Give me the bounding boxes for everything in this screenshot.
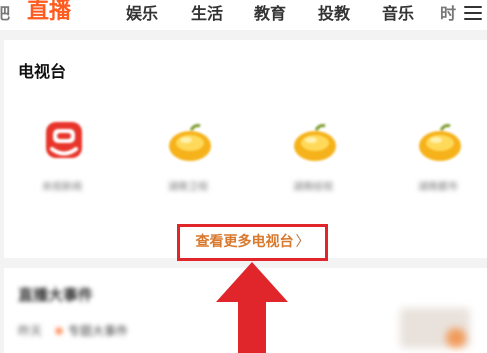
channel-item-3[interactable]: 湖南经视 [273, 118, 353, 198]
channel-name: 湖南都市 [418, 182, 458, 193]
event-date: 昨天 [18, 324, 43, 338]
nav-tab-partial-right[interactable]: 时 [440, 1, 456, 27]
nav-tab-live[interactable]: 直播 [27, 0, 71, 25]
event-dot-icon [56, 327, 63, 334]
nav-tab-education[interactable]: 教育 [254, 1, 286, 27]
event-text: 专题大事件 [68, 324, 129, 338]
nav-tab-investment[interactable]: 投教 [318, 1, 350, 27]
channel-name: 央视新闻 [42, 182, 82, 193]
mango-logo-icon [419, 124, 461, 161]
more-tv-stations-label: 查看更多电视台 [195, 234, 294, 250]
channel-name: 湖南经视 [293, 182, 333, 193]
menu-icon[interactable] [464, 6, 482, 21]
channel-item-2[interactable]: 湖南卫视 [148, 118, 228, 198]
cctv-logo-icon [46, 122, 82, 158]
event-thumbnail-image [400, 308, 470, 348]
section-title-events: 直播大事件 [18, 286, 94, 304]
top-category-nav: 吧 直播 娱乐 生活 教育 投教 音乐 时 [0, 0, 487, 30]
channel-item-1[interactable]: 央视新闻 [22, 118, 102, 198]
nav-tab-entertainment[interactable]: 娱乐 [126, 1, 158, 27]
pointer-arrow-icon [216, 262, 288, 353]
channel-name: 湖南卫视 [168, 182, 208, 193]
more-tv-stations-button[interactable]: 查看更多电视台〉 [177, 224, 328, 261]
nav-tab-life[interactable]: 生活 [191, 1, 223, 27]
nav-tab-partial-left[interactable]: 吧 [0, 1, 10, 27]
nav-tab-music[interactable]: 音乐 [382, 1, 414, 27]
mango-logo-icon [169, 124, 211, 161]
event-list-item[interactable]: 昨天 专题大事件 [18, 320, 128, 340]
chevron-right-icon: 〉 [295, 234, 310, 250]
section-title-tv: 电视台 [18, 62, 67, 81]
mango-logo-icon [294, 124, 336, 161]
channel-item-4[interactable]: 湖南都市 [398, 118, 478, 198]
